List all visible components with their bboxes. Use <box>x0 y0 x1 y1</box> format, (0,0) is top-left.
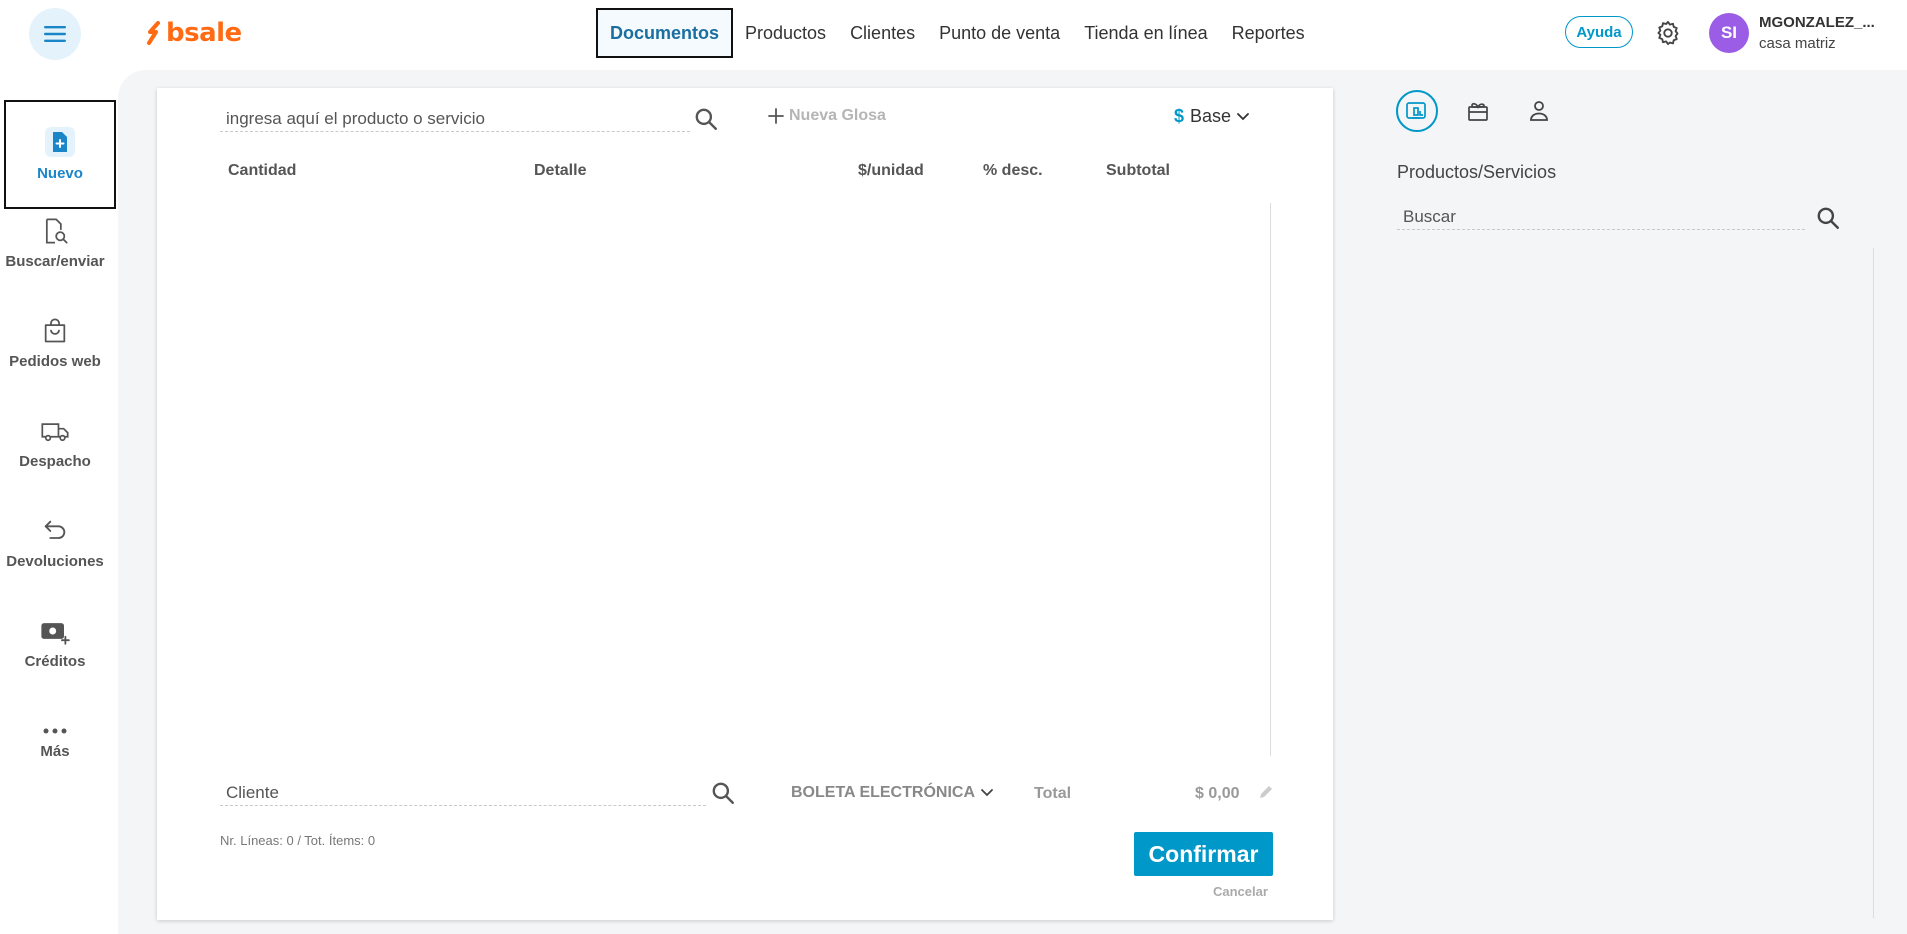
new-gloss-button[interactable]: Nueva Glosa <box>768 107 886 125</box>
plus-icon <box>768 108 784 124</box>
product-search-input[interactable] <box>220 106 690 132</box>
lines-info: Nr. Líneas: 0 / Tot. Ítems: 0 <box>220 833 376 848</box>
column-header-subtotal: Subtotal <box>1106 162 1170 179</box>
document-plus-icon <box>45 127 75 157</box>
price-list-label: Base <box>1190 106 1232 126</box>
column-header-detalle: Detalle <box>534 162 587 179</box>
sidebar-item-nuevo[interactable]: Nuevo <box>4 100 116 209</box>
gift-icon <box>1468 102 1488 121</box>
settings-button[interactable] <box>1654 19 1682 47</box>
document-search-icon <box>45 217 68 244</box>
bsale-logo-icon <box>147 21 160 45</box>
sidebar-item-label: Buscar/enviar <box>5 252 105 270</box>
nav-reportes[interactable]: Reportes <box>1220 8 1317 58</box>
brand-name: bsale <box>166 18 242 48</box>
avatar[interactable]: SI <box>1709 13 1749 53</box>
panel-search-button[interactable] <box>1815 205 1841 231</box>
column-header-unit-price: $/unidad <box>858 162 924 179</box>
client-input[interactable] <box>220 780 706 806</box>
sidebar-item-devoluciones[interactable]: Devoluciones <box>0 496 110 590</box>
top-navigation: Documentos Productos Clientes Punto de v… <box>596 8 1317 58</box>
sidebar-item-mas[interactable]: Más <box>0 696 110 790</box>
confirm-button[interactable]: Confirmar <box>1134 832 1273 876</box>
menu-button[interactable] <box>29 8 81 60</box>
price-list-dropdown[interactable]: $ Base <box>1174 106 1249 127</box>
sidebar-item-label: Pedidos web <box>9 352 101 370</box>
chevron-down-icon <box>981 789 993 797</box>
new-gloss-label: Nueva Glosa <box>789 107 886 124</box>
nav-documentos[interactable]: Documentos <box>596 8 734 58</box>
nav-punto-de-venta[interactable]: Punto de venta <box>927 8 1072 58</box>
user-branch: casa matriz <box>1759 35 1836 52</box>
more-dots-icon <box>43 728 67 733</box>
help-button[interactable]: Ayuda <box>1565 16 1633 48</box>
currency-symbol: $ <box>1174 106 1185 126</box>
shopping-bag-icon <box>44 317 66 342</box>
sidebar-item-label: Devoluciones <box>6 552 104 570</box>
hamburger-icon <box>44 26 66 42</box>
chevron-down-icon <box>1237 112 1249 120</box>
nav-tienda-en-linea[interactable]: Tienda en línea <box>1072 8 1219 58</box>
brand-logo[interactable]: bsale <box>146 18 242 48</box>
user-icon <box>1530 101 1548 121</box>
tab-products-panel[interactable] <box>1396 90 1438 132</box>
sidebar-item-despacho[interactable]: Despacho <box>0 396 110 490</box>
product-search-button[interactable] <box>693 106 719 132</box>
tab-user[interactable] <box>1518 90 1560 132</box>
sidebar-item-pedidos-web[interactable]: Pedidos web <box>0 296 110 390</box>
document-type-label: BOLETA ELECTRÓNICA <box>791 784 975 801</box>
panel-title: Productos/Servicios <box>1397 162 1557 182</box>
pencil-icon <box>1260 786 1272 798</box>
document-type-dropdown[interactable]: BOLETA ELECTRÓNICA <box>791 784 993 802</box>
nav-productos[interactable]: Productos <box>733 8 838 58</box>
user-name[interactable]: MGONZALEZ_... <box>1759 14 1875 31</box>
column-header-discount: % desc. <box>983 162 1043 179</box>
panel-search-input[interactable] <box>1397 204 1805 230</box>
panel-scrollbar[interactable] <box>1873 248 1874 918</box>
cash-plus-icon <box>41 622 70 645</box>
total-value: $ 0,00 <box>1195 785 1240 802</box>
total-label: Total <box>1034 785 1072 802</box>
sidebar-item-creditos[interactable]: Créditos <box>0 596 110 690</box>
search-icon <box>712 782 734 804</box>
products-panel-icon <box>1406 102 1426 119</box>
lines-scrollbar[interactable] <box>1270 203 1271 756</box>
search-icon <box>1817 207 1839 229</box>
edit-total-button[interactable] <box>1258 784 1274 800</box>
search-icon <box>695 108 717 130</box>
cancel-link[interactable]: Cancelar <box>1213 884 1268 899</box>
sidebar-item-label: Nuevo <box>37 165 83 182</box>
sidebar-item-label: Más <box>40 742 70 760</box>
return-arrow-icon <box>44 520 66 539</box>
nav-clientes[interactable]: Clientes <box>838 8 927 58</box>
sidebar-item-buscar-enviar[interactable]: Buscar/enviar <box>0 196 110 290</box>
column-header-cantidad: Cantidad <box>228 162 297 179</box>
gear-icon <box>1657 20 1679 46</box>
tab-gift[interactable] <box>1457 90 1499 132</box>
truck-icon <box>41 422 69 441</box>
client-search-button[interactable] <box>710 780 736 806</box>
sidebar-item-label: Créditos <box>24 652 86 670</box>
sidebar-item-label: Despacho <box>19 452 91 470</box>
